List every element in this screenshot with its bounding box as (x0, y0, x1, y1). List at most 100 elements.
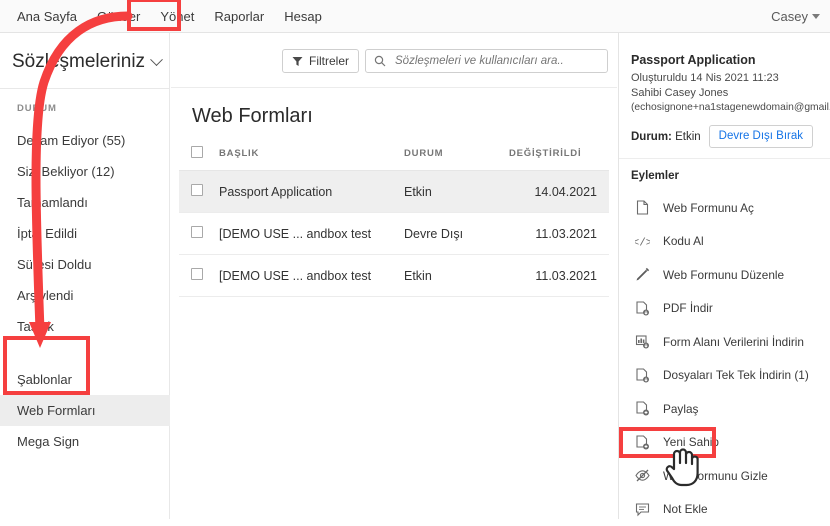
user-menu-button[interactable]: Casey (771, 0, 820, 33)
select-all-header (179, 138, 219, 171)
row-status: Etkin (404, 171, 509, 213)
chart-download-icon (635, 334, 650, 349)
nav-ana-sayfa[interactable]: Ana Sayfa (8, 5, 86, 29)
details-status-value: Etkin (675, 131, 701, 143)
filter-icon (292, 56, 303, 67)
details-created: Oluşturuldu 14 Nis 2021 11:23 (631, 72, 779, 84)
table-row[interactable]: [DEMO USE ... andbox testEtkin11.03.2021 (179, 255, 609, 297)
action-item-label: Kodu Al (663, 234, 704, 248)
action-item-label: Not Ekle (663, 502, 708, 516)
nav-gonder[interactable]: Gönder (88, 5, 149, 29)
main-content: Filtreler Web Formları BAŞLIK DURUM DEĞİ… (171, 33, 617, 519)
details-status-prefix: Durum: (631, 131, 672, 143)
action-item[interactable]: Not Ekle (619, 493, 830, 526)
action-item[interactable]: PDF İndir (619, 292, 830, 326)
filters-button-label: Filtreler (309, 54, 349, 68)
sidebar-item[interactable]: Şablonlar (0, 364, 170, 395)
row-checkbox[interactable] (191, 226, 203, 238)
row-checkbox[interactable] (191, 268, 203, 280)
filters-button[interactable]: Filtreler (282, 49, 359, 73)
note-icon (635, 502, 650, 517)
action-item[interactable]: Web Formunu Gizle (619, 459, 830, 493)
nav-hesap[interactable]: Hesap (275, 5, 331, 29)
column-header-modified[interactable]: DEĞİŞTİRİLDİ (509, 138, 609, 171)
left-sidebar: Sözleşmeleriniz DURUM Devam Ediyor (55)S… (0, 33, 170, 519)
row-status: Devre Dışı (404, 213, 509, 255)
content-toolbar: Filtreler (171, 33, 617, 88)
details-owner: Sahibi Casey Jones (631, 87, 728, 99)
sidebar-title-label: Sözleşmeleriniz (12, 51, 145, 73)
action-item[interactable]: Paylaş (619, 392, 830, 426)
search-box[interactable] (365, 49, 608, 73)
search-icon (374, 55, 386, 67)
action-item-label: Web Formunu Aç (663, 201, 754, 215)
top-navigation-bar: Ana SayfaGönderYönetRaporlarHesap Casey (0, 0, 830, 33)
select-all-checkbox[interactable] (191, 146, 203, 158)
sidebar-item[interactable]: İptal Edildi (0, 218, 170, 249)
sidebar-item[interactable]: Arşivlendi (0, 280, 170, 311)
details-status: Durum: Etkin (631, 131, 701, 143)
details-owner-email: (echosignone+na1stagenewdomain@gmail.com… (631, 102, 830, 113)
action-item-label: Web Formunu Gizle (663, 469, 768, 483)
details-status-row: Durum: Etkin Devre Dışı Bırak (631, 125, 813, 148)
row-title[interactable]: [DEMO USE ... andbox test (219, 255, 404, 297)
actions-list: Web Formunu Aç </> Kodu Al Web Formunu Düze… (619, 191, 830, 526)
action-item[interactable]: Form Alanı Verilerini İndirin (619, 325, 830, 359)
pencil-icon (635, 267, 650, 282)
row-modified: 11.03.2021 (509, 255, 609, 297)
sidebar-item[interactable]: Tamamlandı (0, 187, 170, 218)
code-icon: </> (635, 234, 650, 249)
chevron-down-icon (812, 14, 820, 19)
sidebar-item[interactable]: Sizi Bekliyor (12) (0, 156, 170, 187)
sidebar-title-dropdown[interactable]: Sözleşmeleriniz (12, 51, 161, 73)
row-title[interactable]: Passport Application (219, 171, 404, 213)
row-title[interactable]: [DEMO USE ... andbox test (219, 213, 404, 255)
action-item-label: PDF İndir (663, 301, 713, 315)
user-menu-label: Casey (771, 9, 808, 24)
row-status: Etkin (404, 255, 509, 297)
action-item[interactable]: </> Kodu Al (619, 225, 830, 259)
details-panel: Passport Application Oluşturuldu 14 Nis … (618, 33, 830, 519)
sidebar-item[interactable]: Mega Sign (0, 426, 170, 457)
search-input[interactable] (393, 54, 598, 68)
action-item-label: Yeni Sahip (663, 435, 719, 449)
eye-off-icon (635, 468, 650, 483)
details-divider (619, 158, 830, 159)
action-item[interactable]: Web Formunu Aç (619, 191, 830, 225)
document-icon (635, 200, 650, 215)
share-icon (635, 401, 650, 416)
sidebar-status-list: Devam Ediyor (55)Sizi Bekliyor (12)Tamam… (0, 125, 170, 342)
action-item[interactable]: Dosyaları Tek Tek İndirin (1) (619, 359, 830, 393)
action-item[interactable]: Yeni Sahip (619, 426, 830, 460)
table-header-row: BAŞLIK DURUM DEĞİŞTİRİLDİ (179, 138, 609, 171)
action-item[interactable]: Web Formunu Düzenle (619, 258, 830, 292)
action-item-label: Paylaş (663, 402, 698, 416)
column-header-title[interactable]: BAŞLIK (219, 138, 404, 171)
column-header-status[interactable]: DURUM (404, 138, 509, 171)
row-checkbox-cell (179, 213, 219, 255)
sidebar-divider (0, 88, 170, 89)
actions-heading: Eylemler (631, 170, 679, 182)
sidebar-item[interactable]: Taslak (0, 311, 170, 342)
sidebar-item[interactable]: Devam Ediyor (55) (0, 125, 170, 156)
action-item-label: Form Alanı Verilerini İndirin (663, 335, 804, 349)
svg-text:</>: </> (635, 237, 650, 249)
new-owner-icon (635, 435, 650, 450)
row-checkbox[interactable] (191, 184, 203, 196)
row-modified: 14.04.2021 (509, 171, 609, 213)
nav-yonet[interactable]: Yönet (151, 5, 203, 29)
action-item-label: Dosyaları Tek Tek İndirin (1) (663, 368, 809, 382)
sidebar-secondary-list: ŞablonlarWeb FormlarıMega Sign (0, 364, 170, 457)
sidebar-item[interactable]: Web Formları (0, 395, 170, 426)
file-download-icon (635, 368, 650, 383)
web-forms-table: BAŞLIK DURUM DEĞİŞTİRİLDİ Passport Appli… (179, 138, 609, 297)
pdf-download-icon (635, 301, 650, 316)
details-title: Passport Application (631, 53, 756, 67)
nav-raporlar[interactable]: Raporlar (205, 5, 273, 29)
table-row[interactable]: [DEMO USE ... andbox testDevre Dışı11.03… (179, 213, 609, 255)
deactivate-button[interactable]: Devre Dışı Bırak (709, 125, 813, 148)
chevron-down-icon (150, 53, 163, 66)
action-item-label: Web Formunu Düzenle (663, 268, 784, 282)
sidebar-item[interactable]: Süresi Doldu (0, 249, 170, 280)
table-row[interactable]: Passport ApplicationEtkin14.04.2021 (179, 171, 609, 213)
